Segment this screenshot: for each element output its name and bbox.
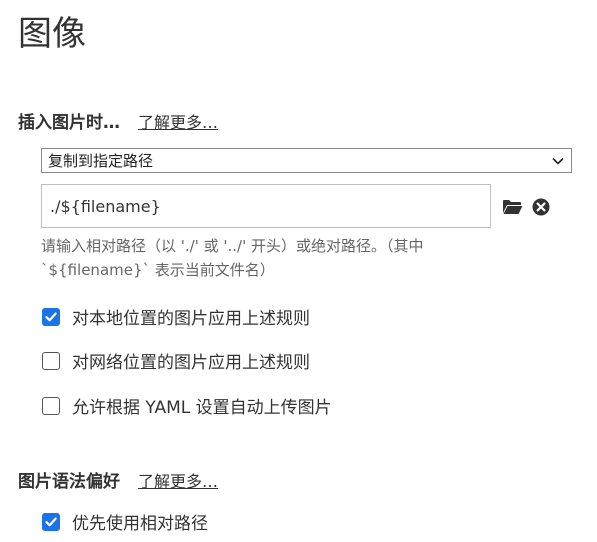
- apply-network-images-option[interactable]: 对网络位置的图片应用上述规则: [42, 348, 310, 373]
- prefer-relative-path-option[interactable]: 优先使用相对路径: [42, 509, 208, 534]
- apply-local-images-option[interactable]: 对本地位置的图片应用上述规则: [42, 304, 310, 329]
- chevron-down-icon: [552, 157, 564, 165]
- syntax-learn-more-link[interactable]: 了解更多…: [138, 468, 218, 492]
- insert-image-section-title: 插入图片时…: [18, 113, 120, 133]
- auto-upload-yaml-label: 允许根据 YAML 设置自动上传图片: [72, 398, 332, 418]
- clear-icon[interactable]: [530, 196, 552, 218]
- page-title: 图像: [18, 14, 86, 54]
- prefer-relative-path-label: 优先使用相对路径: [72, 514, 208, 534]
- apply-network-images-checkbox[interactable]: [42, 351, 60, 370]
- apply-local-images-checkbox[interactable]: [42, 307, 60, 326]
- apply-local-images-label: 对本地位置的图片应用上述规则: [72, 309, 310, 329]
- checkmark-icon: [45, 517, 57, 526]
- checkmark-icon: [45, 312, 57, 321]
- insert-image-section-header: 插入图片时… 了解更多…: [18, 108, 218, 133]
- insert-image-learn-more-link[interactable]: 了解更多…: [138, 109, 218, 133]
- image-path-input[interactable]: [41, 184, 491, 228]
- auto-upload-yaml-option[interactable]: 允许根据 YAML 设置自动上传图片: [42, 393, 332, 418]
- insert-action-select[interactable]: 复制到指定路径: [41, 148, 572, 173]
- apply-network-images-label: 对网络位置的图片应用上述规则: [72, 353, 310, 373]
- insert-action-select-value: 复制到指定路径: [48, 152, 154, 170]
- path-hint-text: 请输入相对路径（以 './' 或 '../' 开头）或绝对路径。（其中 `${f…: [41, 237, 424, 279]
- prefer-relative-path-checkbox[interactable]: [42, 512, 60, 531]
- syntax-section-title: 图片语法偏好: [18, 472, 120, 492]
- folder-icon[interactable]: [501, 196, 523, 218]
- syntax-section-header: 图片语法偏好 了解更多…: [18, 467, 218, 492]
- auto-upload-yaml-checkbox[interactable]: [42, 396, 60, 415]
